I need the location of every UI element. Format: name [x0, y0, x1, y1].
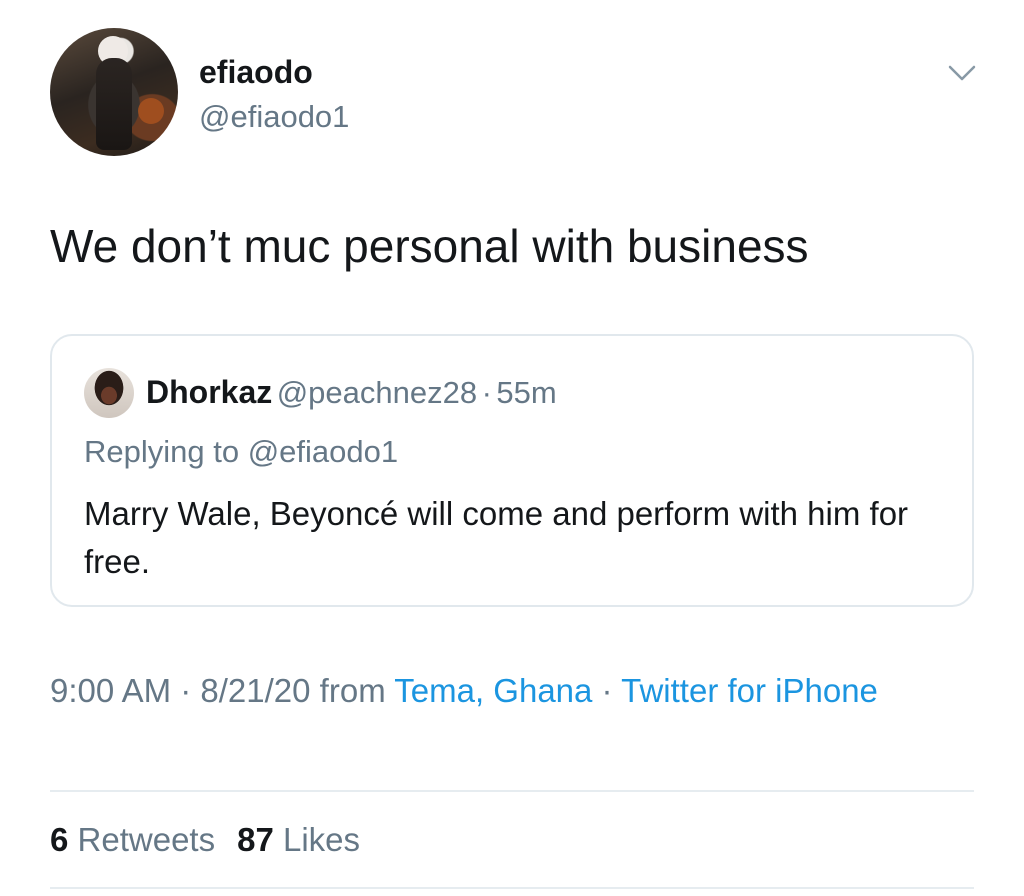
avatar-figure — [96, 58, 132, 150]
likes-stat[interactable]: 87 Likes — [237, 821, 360, 858]
meta-from: from — [310, 672, 395, 709]
tweet-meta: 9:00 AM · 8/21/20 from Tema, Ghana · Twi… — [50, 666, 950, 716]
tweet-stats: 6 Retweets 87 Likes — [50, 818, 360, 862]
tweet-location-link[interactable]: Tema, Ghana — [394, 672, 592, 709]
quoted-tweet-text: Marry Wale, Beyoncé will come and perfor… — [84, 495, 909, 580]
avatar-background-lamp — [138, 98, 164, 124]
meta-separator: · — [171, 672, 201, 709]
tweet-time: 9:00 AM — [50, 672, 172, 709]
chevron-down-icon-svg — [948, 65, 976, 81]
divider — [50, 790, 974, 792]
quoted-replying-to: Replying to @efiaodo1 — [84, 434, 399, 469]
author-handle[interactable]: @efiaodo1 — [199, 97, 349, 137]
quoted-author-avatar — [84, 368, 134, 418]
likes-count: 87 — [237, 821, 274, 858]
chevron-down-icon[interactable] — [944, 58, 980, 88]
quoted-timestamp: 55m — [496, 375, 557, 410]
retweets-stat[interactable]: 6 Retweets — [50, 821, 215, 858]
divider — [50, 887, 974, 889]
retweets-count: 6 — [50, 821, 69, 858]
likes-label: Likes — [282, 821, 361, 858]
tweet-text: We don’t muc personal with business — [50, 220, 809, 272]
author-display-name[interactable]: efiaodo — [199, 52, 313, 92]
meta-separator: · — [592, 672, 622, 709]
author-avatar[interactable] — [50, 28, 178, 156]
quoted-separator: · — [481, 375, 492, 410]
quoted-tweet-header: Dhorkaz @peachnez28 · 55m — [146, 372, 557, 419]
quoted-handle-text: @peachnez28 — [276, 375, 478, 410]
tweet-date[interactable]: 8/21/20 — [200, 672, 310, 709]
quoted-tweet-card[interactable]: Dhorkaz @peachnez28 · 55m Replying to @e… — [50, 334, 974, 607]
quoted-author-name: Dhorkaz — [146, 374, 273, 410]
retweets-label: Retweets — [77, 821, 216, 858]
tweet-source-link[interactable]: Twitter for iPhone — [621, 672, 878, 709]
quoted-author-handle: @peachnez28 — [277, 375, 477, 410]
